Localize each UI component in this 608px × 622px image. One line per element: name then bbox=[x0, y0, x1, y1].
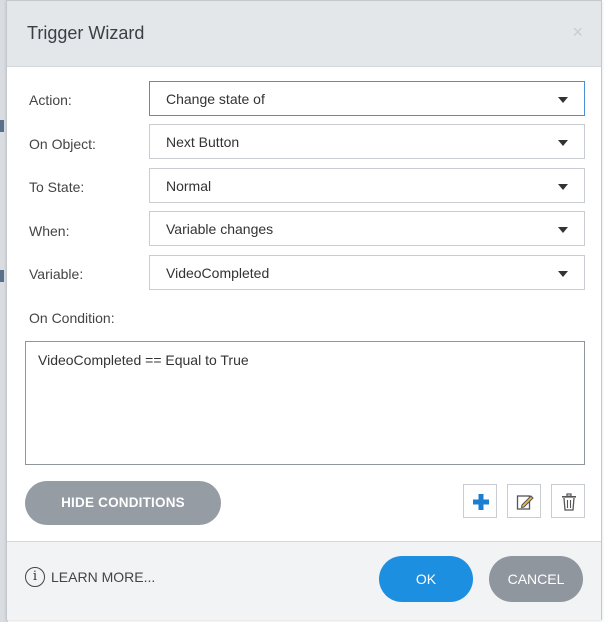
action-value: Change state of bbox=[166, 91, 265, 107]
on-object-value: Next Button bbox=[166, 134, 240, 150]
action-select[interactable]: Change state of bbox=[149, 81, 585, 116]
delete-condition-button[interactable] bbox=[551, 484, 585, 518]
condition-item[interactable]: VideoCompleted == Equal to True bbox=[38, 352, 249, 368]
edit-icon bbox=[516, 495, 534, 510]
to-state-value: Normal bbox=[166, 178, 212, 194]
on-object-label: On Object: bbox=[29, 136, 96, 152]
learn-more-label: LEARN MORE... bbox=[51, 569, 156, 585]
dialog-title: Trigger Wizard bbox=[27, 23, 145, 43]
on-object-select[interactable]: Next Button bbox=[149, 124, 585, 159]
condition-list[interactable]: VideoCompleted == Equal to True bbox=[25, 341, 585, 465]
to-state-label: To State: bbox=[29, 179, 85, 195]
variable-label: Variable: bbox=[29, 266, 84, 282]
chevron-down-icon bbox=[558, 271, 568, 277]
chevron-down-icon bbox=[558, 97, 568, 103]
trigger-wizard-dialog: Trigger Wizard × Action: Change state of… bbox=[6, 0, 602, 620]
title-bar: Trigger Wizard × bbox=[7, 1, 601, 67]
chevron-down-icon bbox=[558, 184, 568, 190]
when-select[interactable]: Variable changes bbox=[149, 211, 585, 246]
info-icon: i bbox=[25, 567, 45, 587]
variable-value: VideoCompleted bbox=[166, 265, 270, 281]
when-value: Variable changes bbox=[166, 221, 274, 237]
add-condition-button[interactable] bbox=[463, 484, 497, 518]
chevron-down-icon bbox=[558, 140, 568, 146]
to-state-select[interactable]: Normal bbox=[149, 168, 585, 203]
background-marker bbox=[0, 270, 4, 282]
variable-select[interactable]: VideoCompleted bbox=[149, 255, 585, 290]
background-marker bbox=[0, 120, 4, 132]
chevron-down-icon bbox=[558, 227, 568, 233]
on-condition-label: On Condition: bbox=[29, 310, 115, 326]
action-label: Action: bbox=[29, 92, 72, 108]
ok-button[interactable]: OK bbox=[379, 556, 473, 602]
plus-icon bbox=[473, 494, 489, 510]
cancel-button[interactable]: CANCEL bbox=[489, 556, 583, 602]
when-label: When: bbox=[29, 223, 70, 239]
edit-condition-button[interactable] bbox=[507, 484, 541, 518]
trash-icon bbox=[562, 493, 576, 511]
close-icon[interactable]: × bbox=[572, 22, 583, 43]
hide-conditions-button[interactable]: HIDE CONDITIONS bbox=[25, 481, 221, 525]
